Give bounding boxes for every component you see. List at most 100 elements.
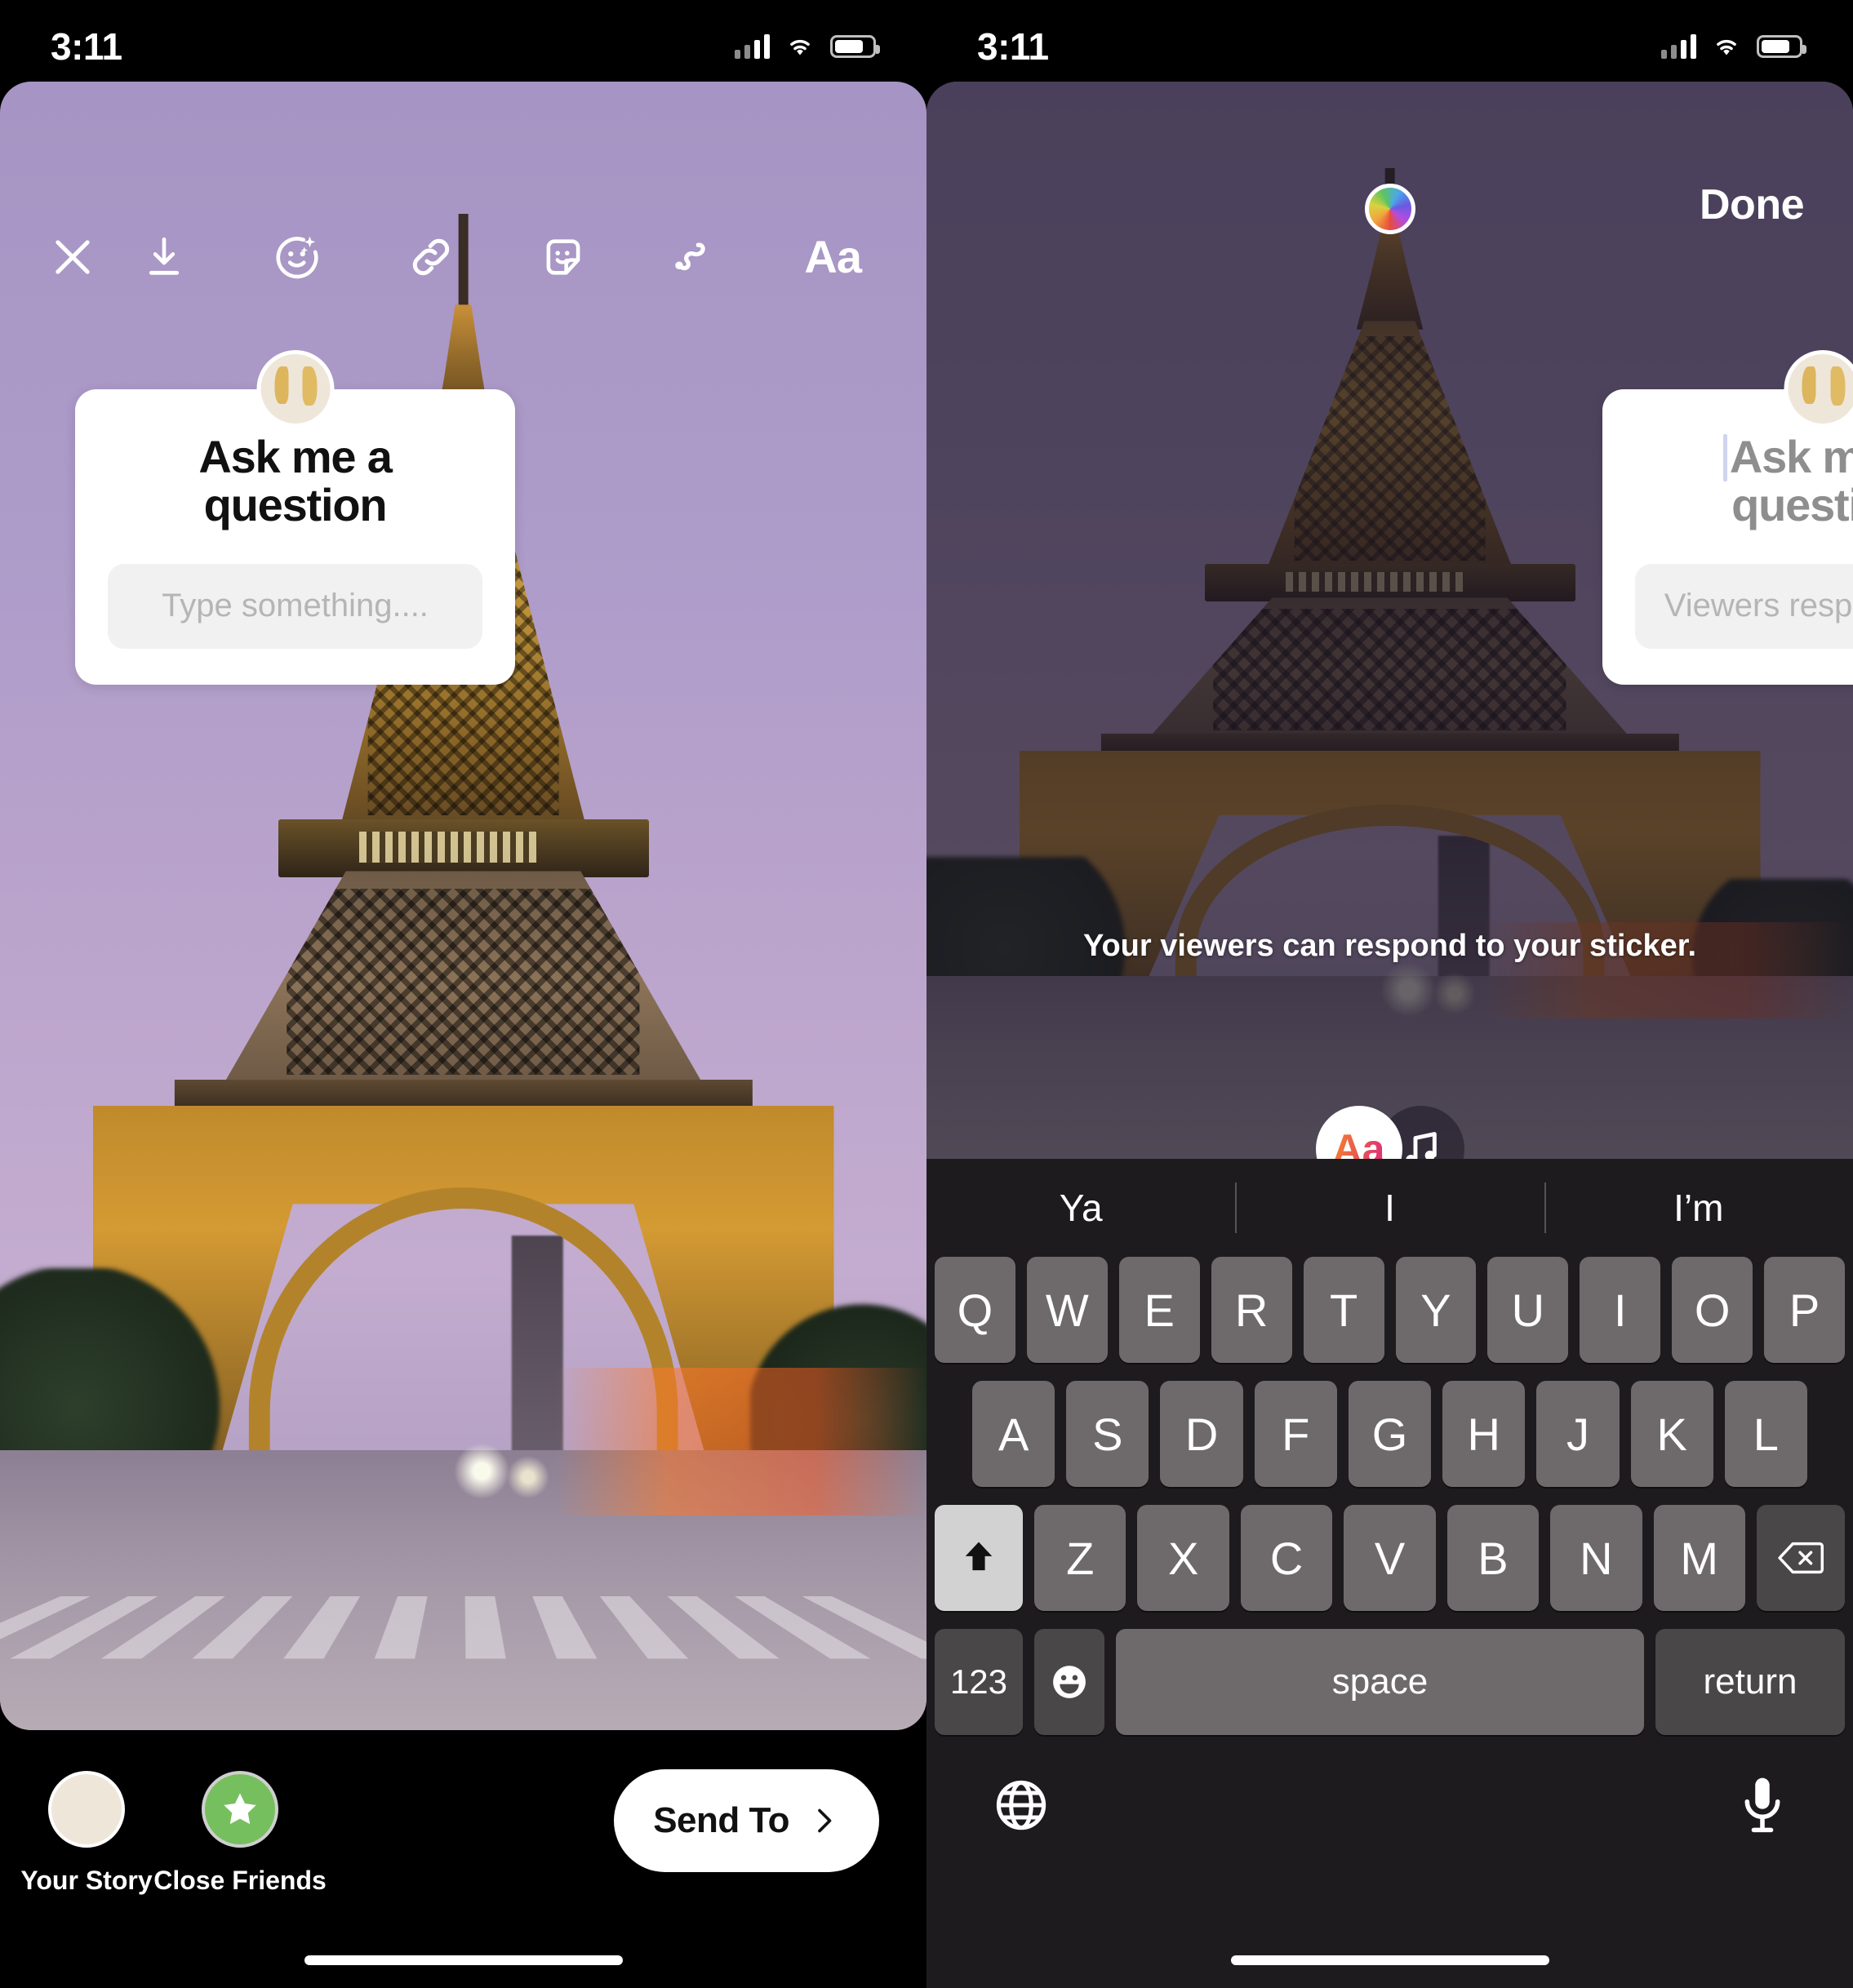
key-a[interactable]: A — [972, 1381, 1055, 1487]
key-t[interactable]: T — [1303, 1257, 1384, 1363]
status-bar: 3:11 — [926, 0, 1853, 82]
left-phone-screen: 3:11 Aa Ask me a question Type something… — [0, 0, 926, 1988]
question-answer-input[interactable]: Type something.... — [108, 563, 482, 649]
home-indicator — [1230, 1955, 1549, 1965]
sticker-icon[interactable] — [540, 233, 587, 281]
key-n[interactable]: N — [1550, 1505, 1642, 1611]
question-title-placeholder: Ask me a question — [1729, 431, 1853, 530]
key-q[interactable]: Q — [934, 1257, 1015, 1363]
question-sticker-card[interactable]: Ask me a question Viewers respond here — [1602, 389, 1853, 685]
onscreen-keyboard: Ya I I’m Q W E R T Y U I O P A S D F G H… — [926, 1159, 1853, 1988]
close-friends-label: Close Friends — [153, 1866, 327, 1895]
color-wheel-icon[interactable] — [1364, 184, 1415, 234]
question-sticker-card[interactable]: Ask me a question Type something.... — [75, 389, 515, 685]
globe-icon[interactable] — [992, 1776, 1051, 1839]
key-v[interactable]: V — [1344, 1505, 1436, 1611]
story-canvas[interactable]: Aa Ask me a question Type something.... — [0, 82, 926, 1730]
download-icon[interactable] — [140, 233, 188, 281]
question-answer-placeholder: Viewers respond here — [1664, 588, 1853, 624]
emoji-face-icon — [1053, 1666, 1086, 1698]
shift-key[interactable] — [935, 1505, 1024, 1611]
share-bottom-bar: Your Story Close Friends Send To — [0, 1730, 926, 1988]
shift-arrow-icon — [965, 1542, 993, 1571]
key-e[interactable]: E — [1118, 1257, 1200, 1363]
key-l[interactable]: L — [1724, 1381, 1807, 1487]
effects-icon[interactable] — [272, 232, 322, 282]
key-z[interactable]: Z — [1034, 1505, 1126, 1611]
delete-key[interactable] — [1756, 1505, 1845, 1611]
sticker-hint-text: Your viewers can respond to your sticker… — [1082, 929, 1697, 963]
suggestion-2[interactable]: I’m — [1544, 1186, 1853, 1230]
done-button[interactable]: Done — [1700, 180, 1805, 229]
suggestion-0[interactable]: Ya — [926, 1186, 1235, 1230]
key-i[interactable]: I — [1580, 1257, 1661, 1363]
keyboard-bottom-row — [926, 1753, 1853, 1840]
key-k[interactable]: K — [1630, 1381, 1713, 1487]
status-bar: 3:11 — [0, 0, 926, 82]
your-story-button[interactable]: Your Story — [20, 1771, 153, 1896]
cellular-signal-icon — [735, 34, 770, 59]
key-h[interactable]: H — [1442, 1381, 1526, 1487]
question-answer-placeholder: Type something.... — [162, 588, 429, 624]
home-indicator — [304, 1955, 623, 1965]
editor-top-bar: Done — [926, 181, 1853, 273]
key-s[interactable]: S — [1066, 1381, 1149, 1487]
question-answer-input: Viewers respond here — [1635, 563, 1853, 649]
your-story-avatar — [48, 1771, 125, 1848]
key-g[interactable]: G — [1348, 1381, 1432, 1487]
story-canvas[interactable]: Done Ask me a question Viewers respond h… — [926, 82, 1853, 1159]
avatar — [256, 350, 334, 428]
key-u[interactable]: U — [1487, 1257, 1569, 1363]
link-icon[interactable] — [407, 233, 455, 282]
suggestion-1[interactable]: I — [1235, 1186, 1544, 1230]
key-o[interactable]: O — [1672, 1257, 1753, 1363]
question-title-input[interactable]: Ask me a question — [1635, 433, 1853, 530]
status-icons — [1661, 23, 1806, 59]
key-f[interactable]: F — [1254, 1381, 1337, 1487]
text-caret — [1722, 434, 1727, 481]
key-b[interactable]: B — [1446, 1505, 1540, 1611]
key-c[interactable]: C — [1240, 1505, 1333, 1611]
keyboard-suggestion-bar: Ya I I’m — [926, 1159, 1853, 1257]
wifi-icon — [784, 34, 815, 59]
question-sticker[interactable]: Ask me a question Type something.... — [75, 350, 515, 685]
cellular-signal-icon — [1661, 34, 1696, 59]
key-p[interactable]: P — [1764, 1257, 1846, 1363]
emoji-key[interactable] — [1034, 1629, 1104, 1735]
key-j[interactable]: J — [1536, 1381, 1620, 1487]
close-friends-star-icon — [202, 1771, 278, 1848]
key-y[interactable]: Y — [1395, 1257, 1477, 1363]
key-d[interactable]: D — [1160, 1381, 1243, 1487]
key-x[interactable]: X — [1137, 1505, 1229, 1611]
text-style-button[interactable]: Aa — [1315, 1106, 1402, 1159]
sticker-style-controls: Aa — [926, 1106, 1853, 1159]
return-key[interactable]: return — [1655, 1629, 1845, 1735]
avatar — [1784, 350, 1853, 428]
draw-icon[interactable] — [671, 233, 720, 282]
status-icons — [735, 23, 880, 59]
story-edit-toolbar: Aa — [0, 212, 926, 302]
status-clock: 3:11 — [51, 25, 122, 68]
keyboard-row-2: A S D F G H J K L — [926, 1381, 1853, 1487]
wifi-icon — [1711, 34, 1742, 59]
send-to-label: Send To — [653, 1800, 789, 1840]
space-key[interactable]: space — [1116, 1629, 1644, 1735]
close-icon[interactable] — [47, 232, 98, 282]
question-sticker[interactable]: Ask me a question Viewers respond here — [1602, 350, 1853, 685]
keyboard-row-3: Z X C V B N M — [926, 1505, 1853, 1611]
key-m[interactable]: M — [1653, 1505, 1745, 1611]
microphone-icon[interactable] — [1737, 1774, 1788, 1840]
key-r[interactable]: R — [1211, 1257, 1292, 1363]
key-w[interactable]: W — [1026, 1257, 1108, 1363]
right-phone-screen: 3:11 Done Ask m quest Viewers resp Your … — [926, 0, 1853, 1988]
chevron-right-icon — [818, 1808, 832, 1833]
send-to-button[interactable]: Send To — [614, 1769, 879, 1872]
backspace-icon — [1778, 1542, 1824, 1574]
numbers-key[interactable]: 123 — [935, 1629, 1023, 1735]
keyboard-row-1: Q W E R T Y U I O P — [926, 1257, 1853, 1363]
keyboard-row-4: 123 space return — [926, 1629, 1853, 1735]
question-title: Ask me a question — [198, 431, 393, 530]
close-friends-button[interactable]: Close Friends — [153, 1771, 327, 1896]
battery-icon — [830, 35, 880, 58]
text-icon[interactable]: Aa — [804, 234, 862, 280]
